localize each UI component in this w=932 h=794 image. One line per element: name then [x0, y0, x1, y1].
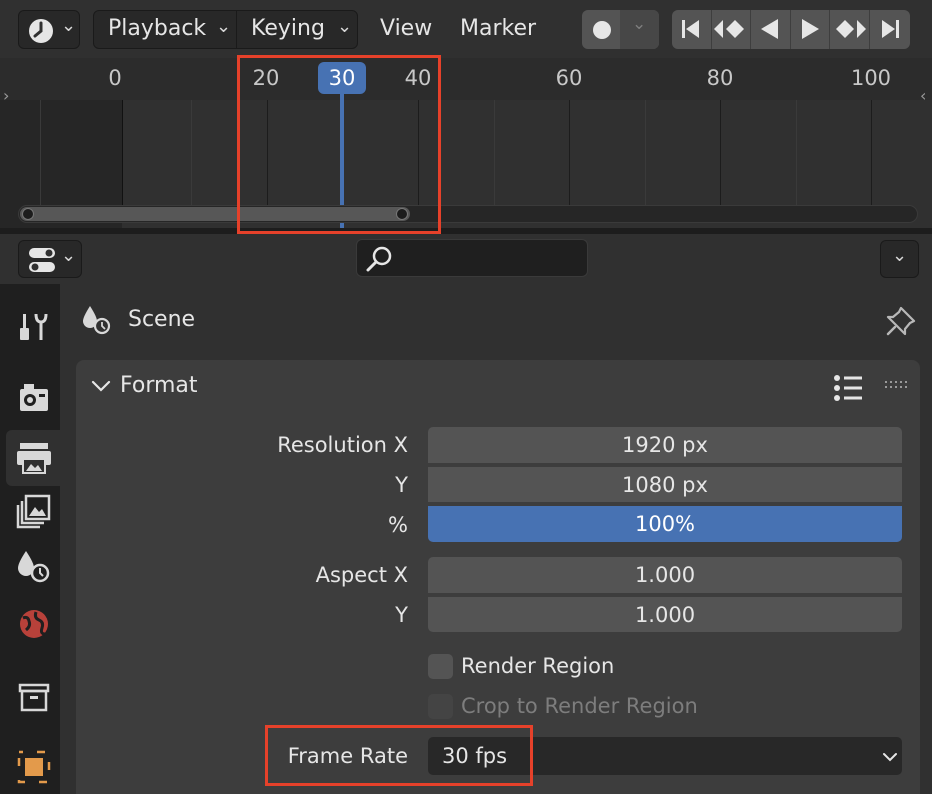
format-panel-title[interactable]: Format — [120, 373, 198, 399]
grid-line — [871, 100, 872, 205]
resolution-y-label: Y — [395, 473, 408, 497]
chevron-down-icon: ⌄ — [892, 245, 908, 266]
chevron-right-icon[interactable]: › — [3, 86, 9, 105]
play-reverse-icon[interactable] — [757, 16, 783, 42]
properties-tabs — [0, 284, 60, 794]
clock-icon — [29, 19, 53, 43]
aspect-y-field[interactable]: 1.000 — [428, 596, 902, 632]
chevron-down-icon: ⌄ — [337, 16, 353, 37]
aspect-x-label: Aspect X — [315, 563, 408, 587]
pin-icon[interactable] — [884, 304, 918, 338]
menu-divider — [236, 10, 237, 49]
transport-divider — [790, 10, 791, 49]
ruler-tick-label: 0 — [108, 66, 122, 90]
context-label: Scene — [128, 307, 196, 332]
resolution-percent-slider[interactable]: 100% — [428, 506, 902, 542]
render-icon[interactable] — [14, 378, 54, 418]
playback-menu[interactable]: Playback — [108, 16, 206, 42]
chevron-down-icon: ⌄ — [632, 14, 647, 34]
grid-line — [645, 100, 646, 205]
aspect-x-field[interactable]: 1.000 — [428, 557, 902, 593]
chevron-down-icon[interactable] — [90, 375, 112, 397]
frame-highlight-box — [237, 55, 441, 234]
editor-type-button[interactable]: ⌄ — [18, 10, 80, 49]
marker-menu[interactable]: Marker — [460, 16, 536, 42]
presets-list-icon[interactable] — [832, 373, 864, 403]
record-icon — [593, 21, 611, 39]
world-icon[interactable] — [14, 604, 54, 644]
frame-start-line — [122, 100, 123, 205]
frame-rate-highlight-box — [265, 725, 533, 786]
chevron-down-icon: ⌄ — [216, 16, 232, 37]
scrollbar-handle-left[interactable] — [22, 208, 34, 220]
search-input[interactable] — [356, 239, 588, 277]
render-region-label[interactable]: Render Region — [461, 653, 614, 679]
prev-keyframe-icon[interactable] — [713, 16, 747, 42]
chevron-down-icon: ⌄ — [61, 245, 77, 266]
grid-line — [720, 100, 721, 205]
transport-divider — [711, 10, 712, 49]
resolution-percent-label: % — [388, 513, 408, 537]
grid-line — [191, 100, 192, 205]
ruler-tick-label: 80 — [706, 66, 734, 90]
aspect-y-label: Y — [395, 603, 408, 627]
jump-end-icon[interactable] — [877, 16, 903, 42]
playback-controls — [672, 10, 910, 49]
chevron-left-icon[interactable]: ‹ — [920, 86, 926, 105]
ruler-tick-label: 100 — [850, 66, 892, 90]
play-icon[interactable] — [797, 16, 823, 42]
scene-icon[interactable] — [14, 547, 54, 587]
keying-options-button[interactable]: ⌄ — [620, 10, 659, 49]
transport-divider — [829, 10, 830, 49]
search-icon — [366, 246, 392, 272]
grid-line — [569, 100, 570, 205]
chevron-down-icon[interactable] — [880, 748, 900, 766]
transport-divider — [869, 10, 870, 49]
transport-divider — [750, 10, 751, 49]
resolution-x-label: Resolution X — [277, 433, 408, 457]
editor-type-button[interactable]: ⌄ — [18, 240, 82, 278]
grid-line — [796, 100, 797, 205]
grid-line — [494, 100, 495, 205]
tool-icon[interactable] — [14, 306, 54, 346]
crop-render-region-label[interactable]: Crop to Render Region — [461, 693, 698, 719]
options-dropdown-button[interactable]: ⌄ — [880, 240, 919, 278]
chevron-down-icon: ⌄ — [61, 15, 77, 36]
frame-ruler[interactable] — [0, 58, 932, 100]
ruler-tick-label: 60 — [555, 66, 583, 90]
crop-render-region-checkbox[interactable] — [428, 694, 453, 719]
keying-menu[interactable]: Keying — [251, 16, 325, 42]
object-icon[interactable] — [14, 747, 54, 787]
properties-icon — [29, 248, 55, 272]
scene-icon — [83, 306, 111, 335]
drag-handle-icon[interactable] — [884, 378, 908, 392]
render-region-checkbox[interactable] — [428, 654, 453, 679]
resolution-y-field[interactable]: 1080 px — [428, 466, 902, 502]
jump-start-icon[interactable] — [678, 16, 704, 42]
view-layer-icon[interactable] — [14, 491, 54, 531]
collection-icon[interactable] — [14, 677, 54, 717]
grid-line — [40, 100, 41, 205]
view-menu[interactable]: View — [380, 16, 432, 42]
next-keyframe-icon[interactable] — [833, 16, 867, 42]
resolution-x-field[interactable]: 1920 px — [428, 427, 902, 463]
output-icon[interactable] — [14, 437, 54, 477]
